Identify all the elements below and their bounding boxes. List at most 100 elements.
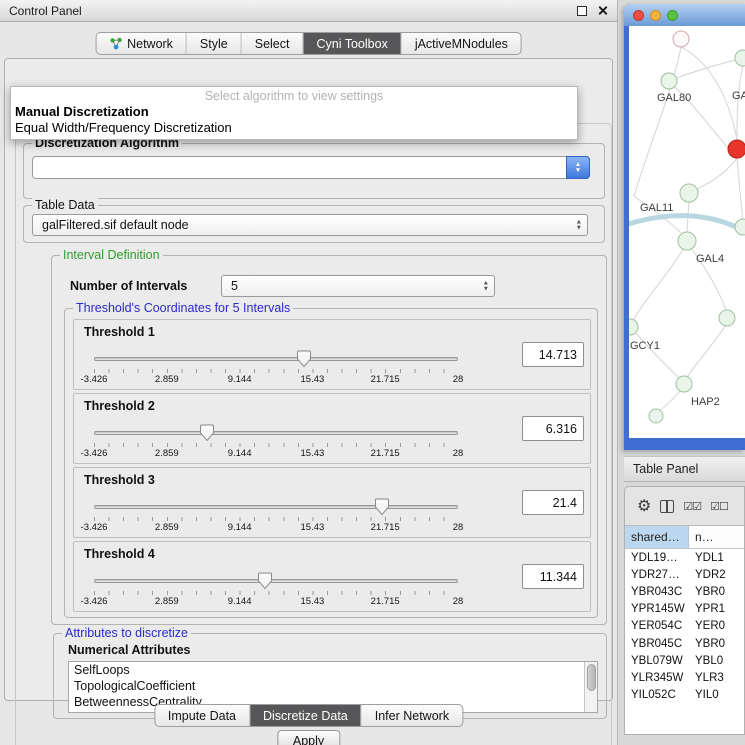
threshold-value-field[interactable] xyxy=(522,564,584,589)
node-circle[interactable] xyxy=(629,319,638,335)
table-cell[interactable]: YBR043C xyxy=(625,586,689,598)
interval-definition-group: Interval Definition Number of Intervals … xyxy=(51,255,607,625)
number-of-intervals-combobox[interactable]: 5 ▲▼ xyxy=(221,275,495,297)
node-circle[interactable] xyxy=(661,73,677,89)
zoom-traffic-light-icon[interactable] xyxy=(667,10,678,21)
table-cell[interactable]: YBR0 xyxy=(689,638,744,650)
gear-icon[interactable]: ⚙ xyxy=(637,496,651,516)
list-item[interactable]: TopologicalCoefficient xyxy=(69,678,597,694)
threshold-slider[interactable]: -3.4262.8599.14415.4321.71528 xyxy=(94,498,458,536)
table-cell[interactable]: YBR045C xyxy=(625,638,689,650)
column-header-name[interactable]: n… xyxy=(689,526,744,548)
slider-thumb[interactable] xyxy=(374,498,389,516)
threshold-value-field[interactable] xyxy=(522,416,584,441)
minimize-traffic-light-icon[interactable] xyxy=(650,10,661,21)
unselect-checkboxes-icon[interactable]: ☑☐ xyxy=(710,500,728,513)
tab-style[interactable]: Style xyxy=(186,33,241,54)
table-cell[interactable]: YDR2 xyxy=(689,569,744,581)
table-cell[interactable]: YER0 xyxy=(689,620,744,632)
table-cell[interactable]: YER054C xyxy=(625,620,689,632)
node-circle[interactable] xyxy=(673,31,689,47)
slider-track[interactable] xyxy=(94,579,458,583)
selected-node[interactable] xyxy=(728,140,745,158)
select-all-checkboxes-icon[interactable]: ☑☑ xyxy=(683,500,701,513)
tab-jactivemnodules[interactable]: jActiveMNodules xyxy=(401,33,521,54)
tab-cyni-toolbox[interactable]: Cyni Toolbox xyxy=(302,33,400,54)
tab-network[interactable]: Network xyxy=(96,33,186,54)
table-row[interactable]: YDR27…YDR2 xyxy=(625,566,744,583)
scale-label: -3.426 xyxy=(81,522,108,533)
tab-discretize-data[interactable]: Discretize Data xyxy=(249,705,361,726)
numerical-attributes-label: Numerical Attributes xyxy=(68,643,190,657)
node-circle[interactable] xyxy=(735,50,745,66)
node-circle[interactable] xyxy=(649,409,663,423)
columns-icon[interactable] xyxy=(660,500,674,513)
threshold-slider[interactable]: -3.4262.8599.14415.4321.71528 xyxy=(94,572,458,610)
table-cell[interactable]: YDR27… xyxy=(625,569,689,581)
threshold-slider[interactable]: -3.4262.8599.14415.4321.71528 xyxy=(94,350,458,388)
popup-item-manual-discretization[interactable]: Manual Discretization xyxy=(11,104,577,120)
node-circle[interactable] xyxy=(719,310,735,326)
threshold-box: Threshold 3 -3.4262.8599.14415.4321.7152… xyxy=(73,467,591,538)
node-circle[interactable] xyxy=(735,219,745,235)
table-row[interactable]: YIL052CYIL0 xyxy=(625,687,744,704)
table-data-combobox[interactable]: galFiltered.sif default node ▲▼ xyxy=(32,214,588,236)
threshold-slider[interactable]: -3.4262.8599.14415.4321.71528 xyxy=(94,424,458,462)
table-data-group: Table Data galFiltered.sif default node … xyxy=(23,205,605,243)
network-canvas[interactable]: GAL80 GA GAL11 GAL4 GCY1 HAP2 xyxy=(629,26,745,438)
scale-label: 2.859 xyxy=(155,448,179,459)
tab-infer-network[interactable]: Infer Network xyxy=(361,705,462,726)
threshold-value-field[interactable] xyxy=(522,342,584,367)
slider-thumb[interactable] xyxy=(258,572,273,590)
slider-track[interactable] xyxy=(94,505,458,509)
table-cell[interactable]: YPR1 xyxy=(689,603,744,615)
tab-impute-data[interactable]: Impute Data xyxy=(155,705,249,726)
panel-tabs: Network Style Select Cyni Toolbox jActiv… xyxy=(95,32,522,55)
combo-arrows-icon: ▲▼ xyxy=(566,156,590,179)
scale-label: -3.426 xyxy=(81,374,108,385)
column-header-shared-name[interactable]: shared… xyxy=(625,526,689,548)
table-cell[interactable]: YDL19… xyxy=(625,552,689,564)
thresholds-list: Threshold 1 -3.4262.8599.14415.4321.7152… xyxy=(73,319,591,615)
float-window-icon[interactable] xyxy=(577,6,587,16)
popup-item-equal-width-frequency[interactable]: Equal Width/Frequency Discretization xyxy=(11,120,577,136)
threshold-value-field[interactable] xyxy=(522,490,584,515)
close-traffic-light-icon[interactable] xyxy=(633,10,644,21)
control-panel-titlebar[interactable]: Control Panel xyxy=(0,0,617,22)
table-cell[interactable]: YLR3 xyxy=(689,672,744,684)
table-cell[interactable]: YIL052C xyxy=(625,689,689,701)
node-circle[interactable] xyxy=(678,232,696,250)
node-circle[interactable] xyxy=(680,184,698,202)
slider-track[interactable] xyxy=(94,431,458,435)
threshold-box: Threshold 2 -3.4262.8599.14415.4321.7152… xyxy=(73,393,591,464)
table-row[interactable]: YDL19…YDL1 xyxy=(625,549,744,566)
table-cell[interactable]: YDL1 xyxy=(689,552,744,564)
table-cell[interactable]: YBL079W xyxy=(625,655,689,667)
table-cell[interactable]: YIL0 xyxy=(689,689,744,701)
table-cell[interactable]: YBL0 xyxy=(689,655,744,667)
slider-track[interactable] xyxy=(94,357,458,361)
table-row[interactable]: YBR045CYBR0 xyxy=(625,635,744,652)
table-cell[interactable]: YBR0 xyxy=(689,586,744,598)
table-row[interactable]: YBL079WYBL0 xyxy=(625,652,744,669)
list-item[interactable]: SelfLoops xyxy=(69,662,597,678)
table-toolbar: ⚙ ☑☑ ☑☐ xyxy=(625,487,744,525)
table-row[interactable]: YLR345WYLR3 xyxy=(625,669,744,686)
tab-select[interactable]: Select xyxy=(241,33,303,54)
apply-button[interactable]: Apply xyxy=(277,730,340,745)
table-cell[interactable]: YPR145W xyxy=(625,603,689,615)
node-circle[interactable] xyxy=(676,376,692,392)
network-window-titlebar[interactable] xyxy=(624,4,745,26)
scrollbar-thumb[interactable] xyxy=(587,664,596,691)
list-scrollbar[interactable] xyxy=(584,662,597,712)
table-cell[interactable]: YLR345W xyxy=(625,672,689,684)
algorithm-combobox[interactable]: ▲▼ xyxy=(32,156,590,179)
scale-label: 21.715 xyxy=(371,374,400,385)
scale-label: 28 xyxy=(453,448,464,459)
table-row[interactable]: YPR145WYPR1 xyxy=(625,601,744,618)
table-row[interactable]: YER054CYER0 xyxy=(625,618,744,635)
close-window-icon[interactable] xyxy=(597,5,608,16)
table-row[interactable]: YBR043CYBR0 xyxy=(625,583,744,600)
slider-thumb[interactable] xyxy=(199,424,214,442)
slider-thumb[interactable] xyxy=(297,350,312,368)
